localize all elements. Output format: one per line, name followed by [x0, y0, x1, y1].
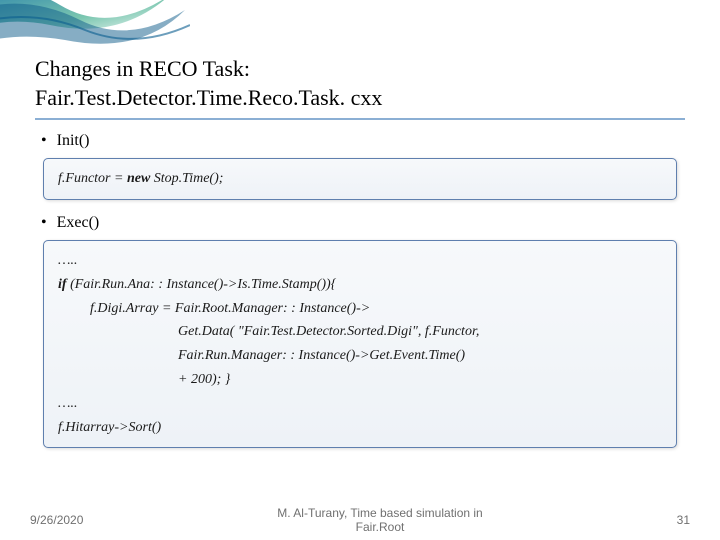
- code-l2: Get.Data( "Fair.Test.Detector.Sorted.Dig…: [58, 320, 662, 344]
- code-if: if (Fair.Run.Ana: : Instance()->Is.Time.…: [58, 277, 336, 292]
- title-line2: Fair.Test.Detector.Time.Reco.Task. cxx: [35, 85, 382, 110]
- footer-page: 31: [677, 513, 690, 527]
- slide-title: Changes in RECO Task: Fair.Test.Detector…: [35, 55, 685, 120]
- code-box-exec: ….. if (Fair.Run.Ana: : Instance()->Is.T…: [43, 240, 677, 448]
- code-box-init: f.Functor = new Stop.Time();: [43, 158, 677, 200]
- footer: 9/26/2020 M. Al-Turany, Time based simul…: [0, 506, 720, 534]
- title-line1: Changes in RECO Task:: [35, 56, 250, 81]
- code-dots1: …..: [58, 253, 77, 268]
- code-sort: f.Hitarray->Sort(): [58, 420, 161, 435]
- bullet-exec: Exec(): [35, 214, 685, 232]
- footer-center: M. Al-Turany, Time based simulation in F…: [83, 506, 676, 534]
- code-l4: + 200); }: [58, 368, 662, 392]
- bullet-init: Init(): [35, 132, 685, 150]
- code-init: f.Functor = new Stop.Time();: [58, 171, 223, 186]
- code-l3: Fair.Run.Manager: : Instance()->Get.Even…: [58, 344, 662, 368]
- footer-date: 9/26/2020: [30, 513, 83, 527]
- code-dots2: …..: [58, 396, 77, 411]
- code-l1: f.Digi.Array = Fair.Root.Manager: : Inst…: [58, 297, 662, 321]
